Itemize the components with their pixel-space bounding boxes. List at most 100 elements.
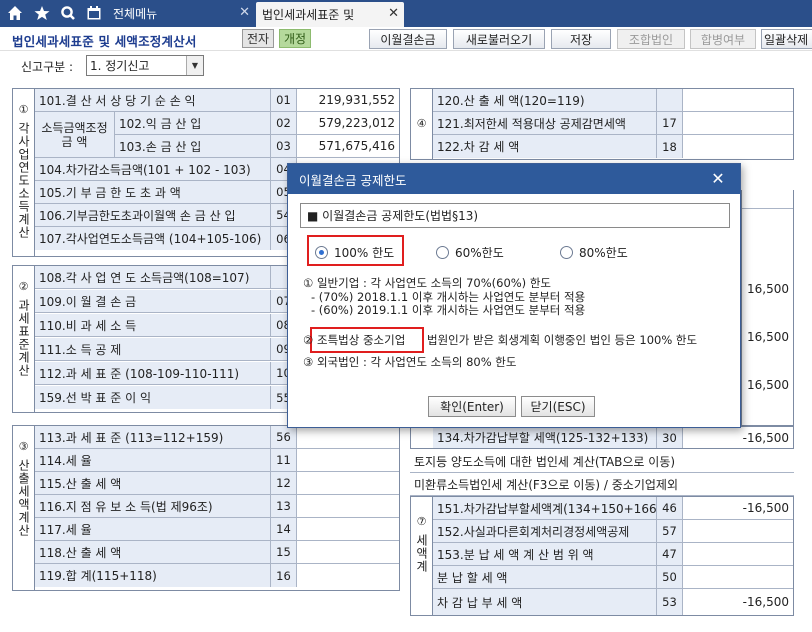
radio-button[interactable]	[436, 245, 449, 259]
table-row: 118.산 출 세 액 15	[35, 541, 399, 564]
top-tab-bar: 전체메뉴 ✕ 법인세과세표준 및 ✕	[0, 0, 812, 27]
table-row: 116.지 점 유 보 소 득(법 제96조) 13	[35, 495, 399, 518]
section-number: ③	[18, 440, 29, 453]
row-value[interactable]	[297, 495, 399, 517]
section-calculated-tax-header: ③ 산출세액계산	[13, 426, 35, 590]
row-value[interactable]: -16,500	[683, 497, 793, 519]
page-toolbar: 법인세과세표준 및 세액조정계산서 전자 개정 이월결손금 새로불러오기 저장 …	[0, 27, 812, 51]
row-code: 53	[657, 589, 683, 615]
row-code: 14	[271, 518, 297, 540]
row-value[interactable]: 16,500	[747, 282, 789, 296]
table-row: 152.사실과다른회계처리경정세액공제 57	[433, 520, 793, 543]
tab-corporate-tax-close-icon[interactable]: ✕	[388, 6, 399, 21]
row-value[interactable]	[297, 449, 399, 471]
row-code: 11	[271, 449, 297, 471]
cooperative-button[interactable]: 조합법인	[617, 29, 685, 49]
row-value[interactable]: -16,500	[683, 589, 793, 615]
row-label: 121.최저한세 적용대상 공제감면세액	[433, 112, 657, 134]
section-title: 각사업연도소득계산	[16, 122, 31, 239]
row-value[interactable]: 16,500	[747, 378, 789, 392]
row-code: 30	[657, 427, 683, 448]
row-value[interactable]	[683, 89, 793, 111]
chevron-down-icon[interactable]: ▼	[186, 56, 203, 75]
note-sme-highlight: 조특법상 중소기업	[317, 333, 406, 347]
table-row: 117.세 율 14	[35, 518, 399, 541]
row-code: 03	[271, 135, 297, 157]
row-value[interactable]	[683, 543, 793, 565]
radio-button[interactable]	[315, 245, 328, 259]
unrecycled-income-note[interactable]: 미환류소득법인세 계산(F3으로 이동) / 중소기업제외	[410, 473, 794, 496]
ok-button[interactable]: 확인(Enter)	[428, 396, 516, 417]
row-value[interactable]: 16,500	[747, 330, 789, 344]
section-tax-total-header: ⑦ 세액계	[411, 497, 433, 615]
tab-corporate-tax[interactable]: 법인세과세표준 및 ✕	[256, 2, 404, 27]
row-label: 105.기 부 금 한 도 초 과 액	[35, 181, 271, 203]
row-code: 50	[657, 566, 683, 588]
radio-option-80[interactable]: 80%한도	[560, 243, 628, 261]
land-transfer-note[interactable]: 토지등 양도소득에 대한 법인세 계산(TAB으로 이동)	[410, 450, 794, 473]
reload-button[interactable]: 새로불러오기	[453, 29, 545, 49]
row-code: 18	[657, 135, 683, 158]
close-button[interactable]: 닫기(ESC)	[521, 396, 595, 417]
section-title: 과세표준계산	[16, 299, 31, 377]
search-icon[interactable]	[57, 2, 79, 24]
row-value[interactable]: -16,500	[683, 427, 793, 448]
row-label: 차 감 납 부 세 액	[433, 589, 657, 615]
calendar-icon[interactable]	[83, 2, 105, 24]
tab-full-menu-label: 전체메뉴	[113, 7, 158, 21]
grid-line	[742, 208, 793, 209]
radio-option-60[interactable]: 60%한도	[436, 243, 504, 261]
table-row: 114.세 율 11	[35, 449, 399, 472]
row-value[interactable]: 571,675,416	[297, 135, 399, 157]
carryover-loss-button[interactable]: 이월결손금	[369, 29, 447, 49]
table-row: 151.차가감납부할세액계(134+150+166) 46 -16,500	[433, 497, 793, 520]
close-icon[interactable]: ✕	[708, 168, 728, 188]
row-label: 102.익 금 산 입	[115, 112, 271, 134]
page-title: 법인세과세표준 및 세액조정계산서	[12, 34, 197, 49]
delete-all-button[interactable]: 일괄삭제	[761, 29, 812, 49]
row-value[interactable]	[297, 564, 399, 587]
row-value[interactable]: 219,931,552	[297, 89, 399, 111]
row-code: 46	[657, 497, 683, 519]
row-value[interactable]	[297, 518, 399, 540]
row-value[interactable]	[683, 135, 793, 158]
note-foreign: ③ 외국법인 : 각 사업연도 소득의 80% 한도	[303, 355, 517, 369]
row-label: 111.소 득 공 제	[35, 338, 271, 360]
table-row: 분 납 할 세 액 50	[433, 566, 793, 589]
row-value[interactable]	[297, 541, 399, 563]
report-type-select[interactable]: 1. 정기신고 ▼	[86, 55, 204, 76]
report-type-label: 신고구분 :	[21, 60, 74, 74]
row-label: 152.사실과다른회계처리경정세액공제	[433, 520, 657, 542]
table-row: 차 감 납 부 세 액 53 -16,500	[433, 589, 793, 615]
row-label: 153.분 납 세 액 계 산 범 위 액	[433, 543, 657, 565]
table-row: 119.합 계(115+118) 16	[35, 564, 399, 587]
row-value[interactable]	[683, 566, 793, 588]
section-title: 세액계	[414, 534, 429, 573]
tab-full-menu[interactable]: 전체메뉴 ✕	[107, 0, 255, 27]
section-tax-base-header: ② 과세표준계산	[13, 266, 35, 412]
tab-corporate-tax-label: 법인세과세표준 및	[262, 8, 355, 22]
row-label: 117.세 율	[35, 518, 271, 540]
dialog-title: 이월결손금 공제한도	[299, 172, 407, 188]
row-label: 104.차가감소득금액(101 + 102 - 103)	[35, 158, 271, 180]
dialog-titlebar[interactable]: 이월결손금 공제한도 ✕	[288, 164, 740, 194]
row-value[interactable]: 579,223,012	[297, 112, 399, 134]
row-value[interactable]	[683, 112, 793, 134]
right-value-column: 16,500 16,500 16,500	[741, 190, 794, 426]
star-icon[interactable]	[31, 2, 53, 24]
section-deduction: ④ 120.산 출 세 액(120=119) 121.최저한세 적용대상 공제감…	[410, 88, 794, 160]
merger-button[interactable]: 합병여부	[690, 29, 756, 49]
row-label: 분 납 할 세 액	[433, 566, 657, 588]
carryover-loss-dialog: 이월결손금 공제한도 ✕ ■ 이월결손금 공제한도(법법§13) 100% 한도…	[287, 163, 741, 428]
row-value[interactable]	[297, 426, 399, 448]
row-code: 57	[657, 520, 683, 542]
row-value[interactable]	[297, 472, 399, 494]
radio-option-100[interactable]: 100% 한도	[315, 243, 394, 261]
row-code: 02	[271, 112, 297, 134]
tab-full-menu-close-icon[interactable]: ✕	[239, 5, 250, 20]
row-value[interactable]	[683, 520, 793, 542]
save-button[interactable]: 저장	[551, 29, 611, 49]
home-icon[interactable]	[4, 2, 26, 24]
radio-button[interactable]	[560, 245, 573, 259]
row-code: 01	[271, 89, 297, 111]
